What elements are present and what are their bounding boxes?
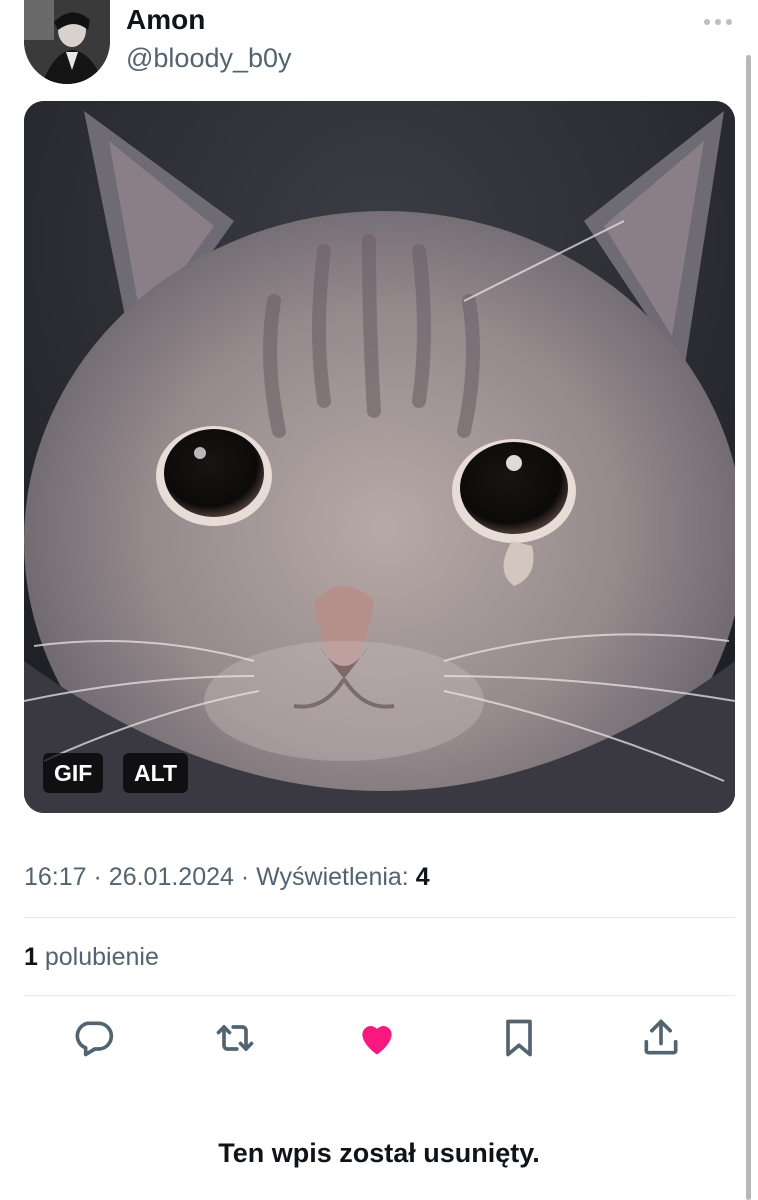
display-name[interactable]: Amon (126, 4, 205, 36)
divider (24, 995, 735, 996)
likes-count: 1 (24, 943, 38, 971)
meta-separator: · (240, 863, 250, 891)
share-icon[interactable] (639, 1016, 683, 1060)
likes-summary[interactable]: 1 polubienie (24, 940, 159, 974)
tweet-metadata: 16:17 · 26.01.2024 · Wyświetlenia: 4 (24, 860, 430, 894)
tweet-date[interactable]: 26.01.2024 (109, 863, 234, 891)
deleted-post-notice: Ten wpis został usunięty. (218, 1138, 540, 1168)
meta-separator: · (93, 863, 102, 891)
views-count: 4 (415, 863, 430, 891)
tweet-media-gif[interactable] (24, 101, 735, 813)
gif-badge: GIF (43, 753, 104, 793)
divider (24, 917, 735, 918)
more-options-icon[interactable] (700, 12, 736, 32)
retweet-icon[interactable] (213, 1016, 257, 1060)
avatar-image (24, 0, 110, 84)
tweet-time[interactable]: 16:17 (24, 863, 87, 891)
likes-label: polubienie (44, 943, 159, 971)
alt-badge[interactable]: ALT (123, 753, 189, 793)
crying-cat-image (24, 101, 735, 813)
avatar[interactable] (24, 0, 110, 84)
scrollbar[interactable] (746, 55, 751, 1200)
tweet-header: Amon @bloody_b0y (0, 0, 758, 90)
views-label: Wyświetlenia: (256, 863, 409, 891)
like-icon[interactable] (355, 1016, 399, 1060)
user-handle[interactable]: @bloody_b0y (126, 42, 292, 74)
reply-icon[interactable] (71, 1016, 115, 1060)
bookmark-icon[interactable] (497, 1016, 541, 1060)
